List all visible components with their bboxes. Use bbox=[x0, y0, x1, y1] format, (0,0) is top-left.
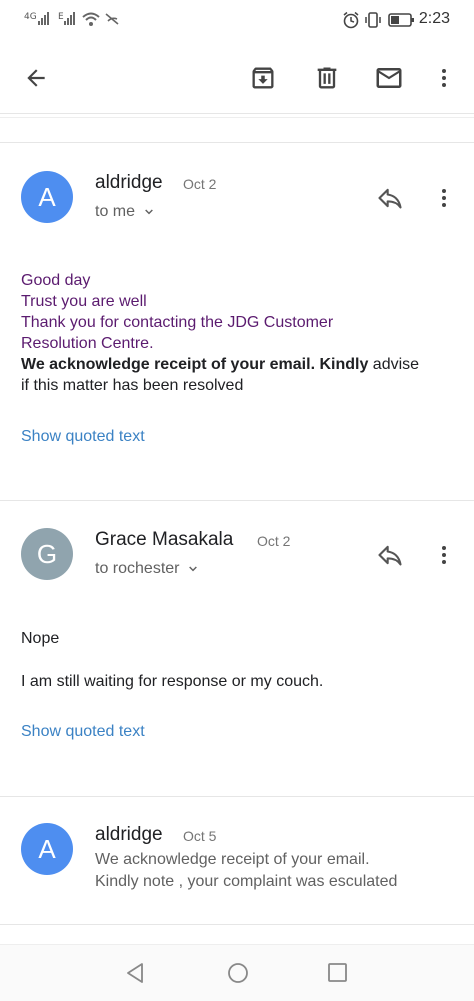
data-off-icon bbox=[105, 13, 119, 25]
body-text: Trust you are well bbox=[21, 293, 147, 310]
delete-button[interactable] bbox=[309, 60, 345, 96]
recipient-details-toggle[interactable]: to me bbox=[95, 203, 157, 221]
message-date: Oct 2 bbox=[183, 176, 217, 192]
show-quoted-text-link[interactable]: Show quoted text bbox=[21, 428, 145, 446]
signal-e-label: E bbox=[58, 12, 64, 22]
status-bar: 4G E 2:23 bbox=[0, 0, 474, 40]
vibrate-icon bbox=[365, 12, 381, 28]
message-snippet: Kindly note , your complaint was esculat… bbox=[95, 873, 398, 890]
body-text: I am still waiting for response or my co… bbox=[21, 673, 324, 690]
clock-time: 2:23 bbox=[418, 10, 450, 27]
reply-icon bbox=[378, 188, 402, 209]
toolbar bbox=[0, 44, 474, 112]
body-text: advise bbox=[368, 356, 420, 373]
message-date: Oct 2 bbox=[257, 533, 291, 549]
wifi-icon bbox=[82, 12, 100, 26]
signal-bars-icon bbox=[64, 12, 75, 25]
recipient-details-toggle[interactable]: to rochester bbox=[95, 560, 201, 578]
avatar[interactable]: A bbox=[21, 823, 73, 875]
signal-bars-icon bbox=[38, 12, 49, 25]
chevron-down-icon bbox=[189, 566, 198, 572]
show-quoted-text-link[interactable]: Show quoted text bbox=[21, 723, 145, 741]
reply-button[interactable] bbox=[372, 180, 408, 216]
system-nav-bar bbox=[0, 944, 474, 1001]
divider bbox=[0, 117, 474, 118]
body-bold-text: We acknowledge receipt of your email. Ki… bbox=[21, 356, 369, 373]
divider bbox=[0, 500, 474, 501]
message-date: Oct 5 bbox=[183, 828, 217, 844]
chevron-down-icon bbox=[145, 209, 153, 215]
body-text: if this matter has been resolved bbox=[21, 377, 244, 394]
archive-icon bbox=[252, 67, 274, 89]
back-button[interactable] bbox=[18, 60, 54, 96]
body-text: We acknowledge receipt of your email. Ki… bbox=[21, 354, 419, 375]
divider bbox=[0, 924, 474, 925]
sender-name: Grace Masakala bbox=[95, 529, 234, 550]
avatar[interactable]: A bbox=[21, 171, 73, 223]
mail-icon bbox=[376, 68, 402, 88]
avatar[interactable]: G bbox=[21, 528, 73, 580]
archive-button[interactable] bbox=[245, 60, 281, 96]
body-text: Good day bbox=[21, 272, 91, 289]
more-vert-icon bbox=[442, 189, 446, 207]
message-snippet: We acknowledge receipt of your email. bbox=[95, 851, 370, 868]
reply-icon bbox=[378, 545, 402, 566]
reply-button[interactable] bbox=[372, 537, 408, 573]
alarm-icon bbox=[343, 11, 359, 29]
trash-icon bbox=[317, 67, 337, 89]
sender-name: aldridge bbox=[95, 824, 163, 845]
signal-4g-label: 4G bbox=[24, 12, 37, 22]
recents-nav-icon[interactable] bbox=[327, 962, 349, 984]
recipient-label: to me bbox=[95, 203, 136, 220]
battery-icon bbox=[388, 13, 414, 27]
divider bbox=[0, 796, 474, 797]
more-vert-icon bbox=[442, 546, 446, 564]
body-text: Nope bbox=[21, 630, 60, 647]
arrow-left-icon bbox=[27, 69, 45, 87]
message-more-button[interactable] bbox=[426, 180, 462, 216]
back-nav-icon[interactable] bbox=[124, 961, 146, 985]
sender-name: aldridge bbox=[95, 172, 163, 193]
more-vert-icon bbox=[442, 69, 446, 87]
home-nav-icon[interactable] bbox=[226, 961, 250, 985]
divider bbox=[0, 113, 474, 114]
body-text: Resolution Centre. bbox=[21, 335, 154, 352]
mark-unread-button[interactable] bbox=[371, 60, 407, 96]
body-text: Thank you for contacting the JDG Custome… bbox=[21, 314, 334, 331]
message-more-button[interactable] bbox=[426, 537, 462, 573]
recipient-label: to rochester bbox=[95, 560, 180, 577]
divider bbox=[0, 142, 474, 143]
more-options-button[interactable] bbox=[426, 60, 462, 96]
